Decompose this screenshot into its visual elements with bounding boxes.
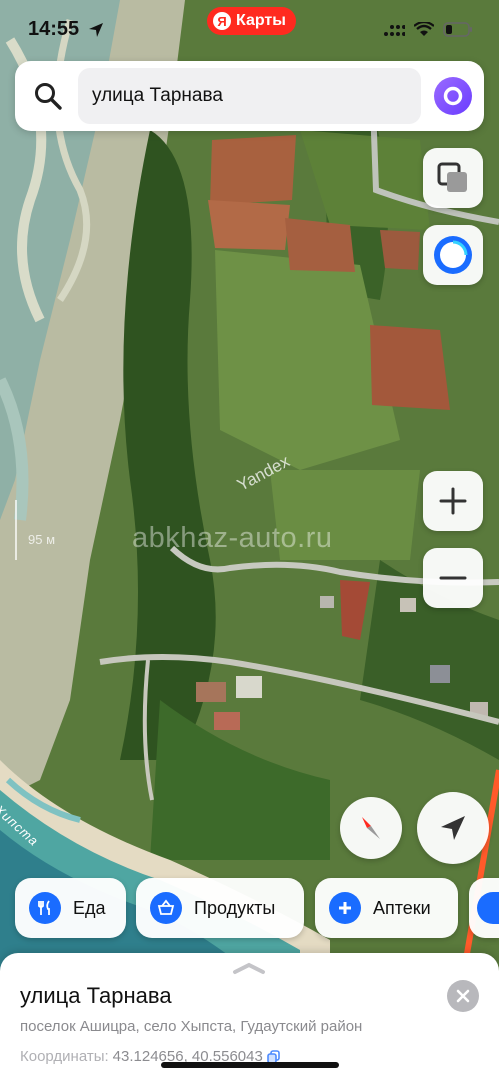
my-location-button[interactable] bbox=[417, 792, 489, 864]
alice-icon bbox=[434, 236, 472, 274]
status-time: 14:55 bbox=[28, 18, 80, 40]
alice-map-button[interactable] bbox=[423, 225, 483, 285]
category-chip-pharmacies[interactable]: Аптеки bbox=[315, 878, 458, 938]
compass-button[interactable] bbox=[340, 797, 402, 859]
category-chip-food[interactable]: Еда bbox=[15, 878, 126, 938]
chevron-up-icon[interactable] bbox=[232, 961, 266, 975]
search-input-container[interactable] bbox=[78, 68, 421, 124]
layers-icon bbox=[437, 162, 467, 192]
place-title: улица Тарнава bbox=[20, 983, 172, 1008]
place-address: поселок Ашицра, село Хыпста, Гудаутский … bbox=[20, 1018, 363, 1035]
category-chip-groceries[interactable]: Продукты bbox=[136, 878, 304, 938]
compass-icon bbox=[362, 817, 380, 839]
wifi-icon bbox=[414, 22, 434, 36]
status-bar: 14:55 Я Карты bbox=[0, 0, 499, 60]
location-arrow-icon bbox=[89, 23, 103, 37]
plus-icon bbox=[439, 487, 467, 515]
category-label: Продукты bbox=[194, 897, 276, 918]
fork-knife-icon bbox=[29, 892, 61, 924]
place-card[interactable]: улица Тарнава поселок Ашицра, село Хыпст… bbox=[0, 953, 499, 1080]
close-button[interactable] bbox=[447, 980, 479, 1012]
category-label: Еда bbox=[73, 897, 106, 918]
scale-label: 95 м bbox=[28, 532, 56, 547]
search-input[interactable] bbox=[92, 68, 412, 124]
navigation-arrow-icon bbox=[441, 816, 465, 840]
minus-icon bbox=[439, 576, 467, 580]
basket-icon bbox=[150, 892, 182, 924]
category-icon bbox=[477, 892, 499, 924]
search-icon[interactable] bbox=[33, 81, 63, 111]
zoom-in-button[interactable] bbox=[423, 471, 483, 531]
plus-cross-icon bbox=[329, 892, 361, 924]
battery-icon bbox=[443, 22, 472, 37]
category-label: Аптеки bbox=[373, 897, 431, 918]
yandex-maps-badge[interactable]: Я Карты bbox=[207, 7, 296, 35]
status-icons bbox=[383, 22, 473, 37]
layers-button[interactable] bbox=[423, 148, 483, 208]
alice-icon bbox=[443, 86, 463, 106]
brand-name: Карты bbox=[236, 12, 286, 29]
yandex-logo-icon: Я bbox=[213, 12, 231, 30]
search-bar bbox=[15, 61, 484, 131]
zoom-out-button[interactable] bbox=[423, 548, 483, 608]
cellular-signal-icon bbox=[384, 24, 405, 36]
category-chip-more[interactable] bbox=[469, 878, 499, 938]
alice-voice-button[interactable] bbox=[434, 77, 472, 115]
coordinates-label: Координаты: bbox=[20, 1048, 109, 1065]
home-indicator[interactable] bbox=[161, 1062, 339, 1068]
site-watermark: abkhaz-auto.ru bbox=[132, 522, 333, 554]
close-icon bbox=[456, 989, 470, 1003]
